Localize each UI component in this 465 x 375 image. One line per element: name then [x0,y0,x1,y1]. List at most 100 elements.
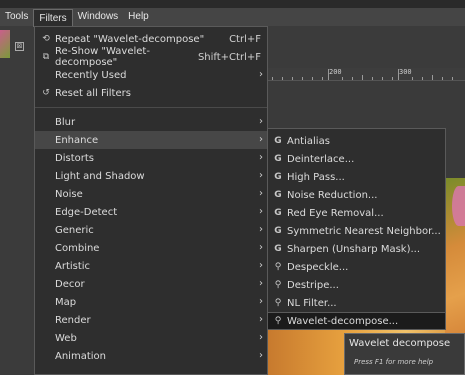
menu-item-label: Recently Used [55,69,127,81]
menu-item-animation[interactable]: Animation › [35,347,267,365]
plugin-icon: ⚲ [274,280,282,290]
submenu-item-label: Antialias [287,135,330,147]
submenu-item-wavelet-decompose[interactable]: ⚲ Wavelet-decompose... [268,312,445,330]
menu-item-artistic[interactable]: Artistic › [35,257,267,275]
menu-item-reshow[interactable]: ⧉ Re-Show "Wavelet-decompose" Shift+Ctrl… [35,46,267,68]
submenu-arrow-icon: › [259,134,263,145]
submenu-item-label: Sharpen (Unsharp Mask)... [287,243,421,255]
menu-item-render[interactable]: Render › [35,311,267,329]
submenu-item-label: Wavelet-decompose... [287,315,399,327]
gegl-icon: G [274,172,282,182]
gegl-icon: G [274,154,282,164]
submenu-item-destripe[interactable]: ⚲ Destripe... [268,276,445,294]
submenu-arrow-icon: › [259,116,263,127]
submenu-arrow-icon: › [259,69,263,80]
submenu-arrow-icon: › [259,332,263,343]
plugin-icon: ⚲ [274,262,282,272]
submenu-item-label: Deinterlace... [287,153,355,165]
tooltip-title: Wavelet decompose [349,338,451,349]
submenu-item-label: Despeckle... [287,261,349,273]
window-titlebar [0,0,465,8]
menu-item-recently-used[interactable]: Recently Used › [35,66,267,84]
submenu-item-label: High Pass... [287,171,345,183]
submenu-arrow-icon: › [259,278,263,289]
reset-icon: ↺ [42,88,50,98]
submenu-arrow-icon: › [259,314,263,325]
menu-item-label: Enhance [55,134,99,146]
menu-item-combine[interactable]: Combine › [35,239,267,257]
submenu-arrow-icon: › [259,260,263,271]
menu-windows[interactable]: Windows [73,8,124,26]
menu-item-label: Animation [55,350,106,362]
tooltip-help-text: Press F1 for more help [354,358,434,366]
submenu-item-label: Red Eye Removal... [287,207,384,219]
submenu-item-label: NL Filter... [287,297,337,309]
menu-item-label: Decor [55,278,85,290]
gegl-icon: G [274,190,282,200]
submenu-item-sharpen-unsharp-mask[interactable]: G Sharpen (Unsharp Mask)... [268,240,445,258]
submenu-item-red-eye-removal[interactable]: G Red Eye Removal... [268,204,445,222]
menu-item-map[interactable]: Map › [35,293,267,311]
menu-item-label: Blur [55,116,76,128]
menu-item-label: Artistic [55,260,91,272]
menu-item-decor[interactable]: Decor › [35,275,267,293]
menu-item-label: Light and Shadow [55,170,145,182]
menu-item-label: Combine [55,242,100,254]
submenu-arrow-icon: › [259,188,263,199]
enhance-submenu: G Antialias G Deinterlace... G High Pass... G N… [267,128,446,330]
submenu-arrow-icon: › [259,296,263,307]
ruler-label: 200 [329,68,342,76]
repeat-icon: ⟲ [42,34,50,44]
menu-accelerator: Ctrl+F [229,33,261,45]
submenu-item-label: Destripe... [287,279,339,291]
menu-help[interactable]: Help [123,8,154,26]
menu-item-label: Repeat "Wavelet-decompose" [55,33,205,45]
ruler-label: 300 [399,68,412,76]
menubar: Tools Filters Windows Help [0,8,465,27]
gegl-icon: G [274,226,282,236]
menu-item-blur[interactable]: Blur › [35,113,267,131]
menu-item-label: Web [55,332,77,344]
horizontal-ruler[interactable]: 200 300 [268,68,465,81]
tab-close-icon[interactable]: ⊠ [15,42,24,51]
menu-item-edge-detect[interactable]: Edge-Detect › [35,203,267,221]
submenu-arrow-icon: › [259,152,263,163]
submenu-item-label: Noise Reduction... [287,189,378,201]
submenu-item-label: Symmetric Nearest Neighbor... [287,225,441,237]
menu-item-label: Reset all Filters [55,87,131,99]
submenu-item-despeckle[interactable]: ⚲ Despeckle... [268,258,445,276]
menu-item-generic[interactable]: Generic › [35,221,267,239]
menu-item-label: Re-Show "Wavelet-decompose" [55,46,150,68]
menu-item-label: Distorts [55,152,94,164]
menu-item-label: Edge-Detect [55,206,118,218]
menu-separator [35,107,267,108]
menu-tools[interactable]: Tools [0,8,33,26]
menu-item-enhance[interactable]: Enhance › [35,131,267,149]
menu-item-label: Render [55,314,91,326]
gegl-icon: G [274,136,282,146]
image-tab-thumbnail[interactable] [0,30,10,58]
menu-item-distorts[interactable]: Distorts › [35,149,267,167]
submenu-item-nl-filter[interactable]: ⚲ NL Filter... [268,294,445,312]
submenu-arrow-icon: › [259,242,263,253]
menu-item-noise[interactable]: Noise › [35,185,267,203]
menu-item-label: Generic [55,224,94,236]
menu-filters[interactable]: Filters [33,8,73,27]
submenu-item-high-pass[interactable]: G High Pass... [268,168,445,186]
submenu-item-symmetric-nearest-neighbor[interactable]: G Symmetric Nearest Neighbor... [268,222,445,240]
image-flower-detail [452,186,465,226]
tooltip: Wavelet decompose Press F1 for more help [344,333,465,375]
reshow-icon: ⧉ [42,52,50,62]
submenu-arrow-icon: › [259,206,263,217]
menu-item-web[interactable]: Web › [35,329,267,347]
submenu-item-antialias[interactable]: G Antialias [268,132,445,150]
menu-accelerator: Shift+Ctrl+F [197,51,261,63]
menu-item-reset-filters[interactable]: ↺ Reset all Filters [35,84,267,102]
submenu-item-deinterlace[interactable]: G Deinterlace... [268,150,445,168]
submenu-arrow-icon: › [259,170,263,181]
submenu-item-noise-reduction[interactable]: G Noise Reduction... [268,186,445,204]
menu-item-label: Map [55,296,77,308]
menu-item-light-and-shadow[interactable]: Light and Shadow › [35,167,267,185]
submenu-arrow-icon: › [259,350,263,361]
gegl-icon: G [274,244,282,254]
